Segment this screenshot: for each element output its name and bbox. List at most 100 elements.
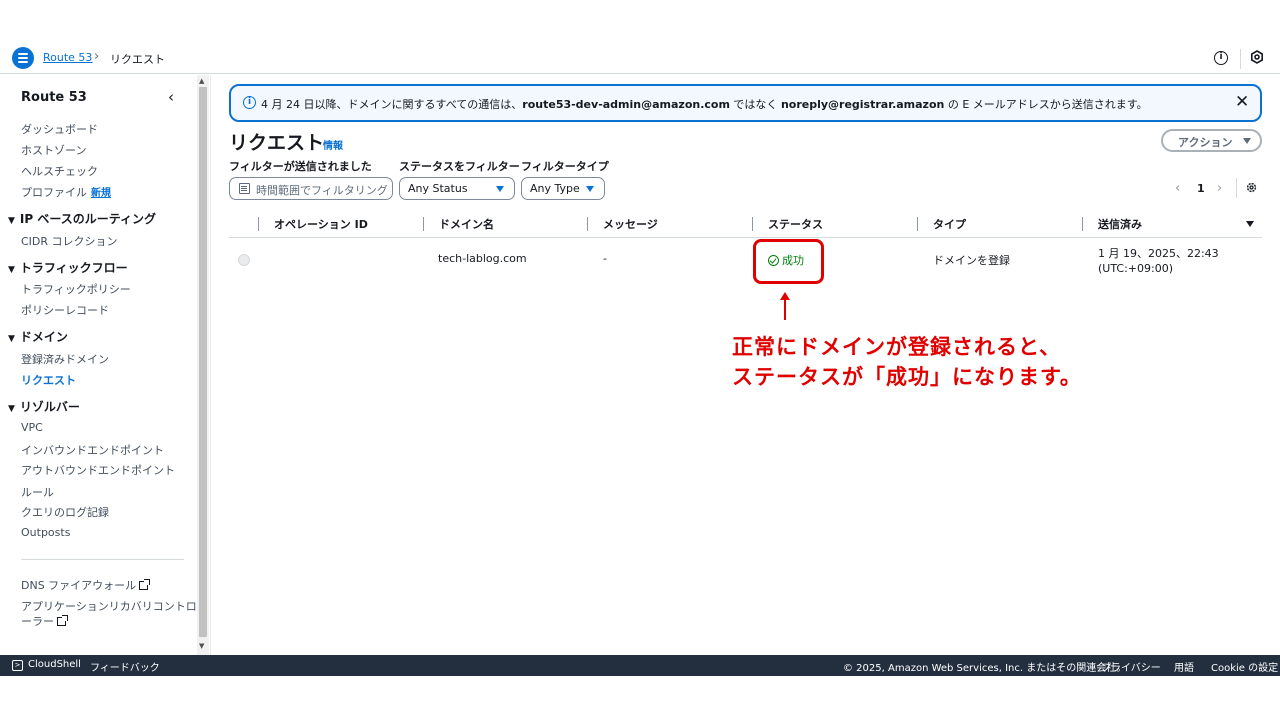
caret-down-icon: ▼	[8, 216, 15, 226]
cell-type: ドメインを登録	[933, 254, 1010, 267]
sidebar-item-dns-firewall[interactable]: DNS ファイアウォール	[21, 577, 151, 593]
pager-divider	[1236, 178, 1237, 198]
page-title: リクエスト	[229, 132, 325, 154]
sidebar-item-hosted-zones[interactable]: ホストゾーン	[21, 142, 86, 158]
current-page-number[interactable]: 1	[1197, 182, 1205, 195]
caret-down-icon	[586, 186, 594, 192]
caret-down-icon	[496, 186, 504, 192]
cell-sent: 1 月 19、2025、22:43 (UTC:+09:00)	[1098, 247, 1219, 275]
column-header-message[interactable]: メッセージ	[603, 216, 658, 232]
menu-icon[interactable]	[12, 47, 34, 69]
collapse-sidebar-icon[interactable]: ‹	[168, 88, 174, 106]
sidebar-item-vpc[interactable]: VPC	[21, 421, 43, 434]
sidebar-item-outbound-endpoints[interactable]: アウトバウンドエンドポイント	[21, 462, 175, 478]
actions-button[interactable]: アクション	[1161, 129, 1262, 152]
sidebar-scrollbar[interactable]: ▲ ▼	[197, 75, 209, 655]
breadcrumb-current: リクエスト	[110, 53, 165, 66]
column-header-sent[interactable]: 送信済み	[1098, 216, 1142, 232]
sidebar-item-registered-domains[interactable]: 登録済みドメイン	[21, 351, 109, 367]
column-header-domain[interactable]: ドメイン名	[439, 216, 494, 232]
toolbar-divider	[1240, 49, 1241, 69]
sidebar-section-resolver[interactable]: ▼ リゾルバー	[8, 398, 80, 415]
external-link-icon	[57, 615, 68, 626]
sidebar-item-requests[interactable]: リクエスト	[21, 372, 76, 388]
cloudshell-icon[interactable]: >	[12, 660, 23, 671]
sidebar-item-traffic-policies[interactable]: トラフィックポリシー	[21, 281, 131, 297]
side-navigation: Route 53 ‹ ダッシュボード ホストゾーン ヘルスチェック プロファイル…	[0, 75, 197, 655]
terms-link[interactable]: 用語	[1174, 659, 1194, 674]
annotation-text-line2: ステータスが「成功」になります。	[732, 365, 1082, 389]
sidebar-item-profiles[interactable]: プロファイル 新規	[21, 184, 111, 200]
cookie-settings-link[interactable]: Cookie の設定	[1211, 659, 1278, 674]
chevron-right-icon: ›	[94, 49, 100, 64]
column-separator	[423, 217, 424, 231]
content-divider	[210, 75, 211, 655]
sidebar-item-outposts[interactable]: Outposts	[21, 526, 70, 539]
column-separator	[1082, 217, 1083, 231]
preferences-icon[interactable]	[1250, 50, 1264, 64]
feedback-link[interactable]: フィードバック	[90, 659, 160, 674]
date-range-filter[interactable]: 時間範囲でフィルタリング	[229, 177, 393, 200]
sidebar-section-ip-routing[interactable]: ▼ IP ベースのルーティング	[8, 210, 156, 227]
status-filter-select[interactable]: Any Status	[399, 177, 515, 200]
column-header-operation-id[interactable]: オペレーション ID	[274, 216, 368, 232]
sort-descending-icon[interactable]	[1246, 221, 1254, 227]
annotation-text-line1: 正常にドメインが登録されると、	[732, 335, 1062, 359]
sidebar-item-dashboard[interactable]: ダッシュボード	[21, 121, 98, 137]
status-filter-label: ステータスをフィルター	[399, 160, 520, 173]
flash-message: 4 月 24 日以降、ドメインに関するすべての通信は、route53-dev-a…	[261, 98, 1148, 111]
new-badge: 新規	[91, 188, 111, 199]
scroll-down-icon[interactable]: ▼	[199, 642, 204, 650]
caret-down-icon: ▼	[8, 404, 15, 414]
close-icon[interactable]: ✕	[1235, 92, 1249, 112]
info-link[interactable]: 情報	[323, 137, 343, 152]
cell-message: -	[603, 252, 607, 265]
sidebar-item-arc[interactable]: アプリケーションリカバリコントロ	[21, 598, 197, 614]
copyright-text: © 2025, Amazon Web Services, Inc. またはその関…	[843, 663, 1127, 674]
caret-down-icon	[1243, 138, 1251, 144]
chevron-right-icon[interactable]: ›	[1217, 181, 1222, 196]
breadcrumb-route53-link[interactable]: Route 53	[43, 51, 92, 64]
info-icon: i	[243, 96, 256, 109]
column-separator	[917, 217, 918, 231]
sidebar-item-rules[interactable]: ルール	[21, 484, 54, 500]
sidebar-item-inbound-endpoints[interactable]: インバウンドエンドポイント	[21, 442, 164, 458]
caret-down-icon: ▼	[8, 265, 15, 275]
sidebar-item-health-checks[interactable]: ヘルスチェック	[21, 163, 98, 179]
sidebar-divider	[21, 559, 184, 560]
column-header-status[interactable]: ステータス	[768, 216, 823, 232]
sidebar-item-policy-records[interactable]: ポリシーレコード	[21, 302, 109, 318]
row-select-radio[interactable]	[238, 254, 250, 266]
chevron-left-icon[interactable]: ‹	[1175, 181, 1180, 196]
scrollbar-thumb[interactable]	[199, 87, 207, 637]
cell-domain: tech-lablog.com	[438, 252, 527, 265]
caret-down-icon: ▼	[8, 334, 15, 344]
sidebar-section-traffic-flow[interactable]: ▼ トラフィックフロー	[8, 259, 128, 276]
sidebar-item-arc-continued[interactable]: ーラー	[21, 613, 68, 629]
scroll-up-icon[interactable]: ▲	[199, 77, 204, 85]
route53-console-screen: { "breadcrumb": { "service": "Route 53",…	[0, 0, 1280, 720]
calendar-icon	[239, 183, 250, 194]
table-header: オペレーション ID ドメイン名 メッセージ ステータス タイプ 送信済み	[229, 212, 1262, 238]
cloudshell-link[interactable]: CloudShell	[28, 659, 81, 670]
sidebar-section-domains[interactable]: ▼ ドメイン	[8, 328, 68, 345]
top-navigation-bar: Route 53 › リクエスト i	[0, 44, 1280, 74]
info-icon[interactable]: i	[1214, 51, 1228, 65]
privacy-link[interactable]: プライバシー	[1101, 659, 1161, 674]
type-filter-select[interactable]: Any Type	[521, 177, 605, 200]
gear-icon[interactable]	[1245, 181, 1258, 194]
annotation-arrow-line	[784, 298, 786, 320]
date-filter-label: フィルターが送信されました	[229, 160, 372, 173]
column-separator	[752, 217, 753, 231]
sidebar-title: Route 53	[21, 90, 87, 105]
column-separator	[587, 217, 588, 231]
sidebar-item-label: プロファイル	[21, 186, 87, 199]
type-filter-label: フィルタータイプ	[521, 160, 609, 173]
column-header-type[interactable]: タイプ	[933, 216, 966, 232]
external-link-icon	[139, 579, 151, 590]
annotation-highlight-box	[753, 239, 824, 284]
sidebar-item-query-logging[interactable]: クエリのログ記録	[21, 504, 109, 520]
sidebar-item-cidr[interactable]: CIDR コレクション	[21, 233, 118, 249]
info-flash-banner: i 4 月 24 日以降、ドメインに関するすべての通信は、route53-dev…	[229, 84, 1262, 122]
console-footer: > CloudShell フィードバック © 2025, Amazon Web …	[0, 655, 1280, 676]
